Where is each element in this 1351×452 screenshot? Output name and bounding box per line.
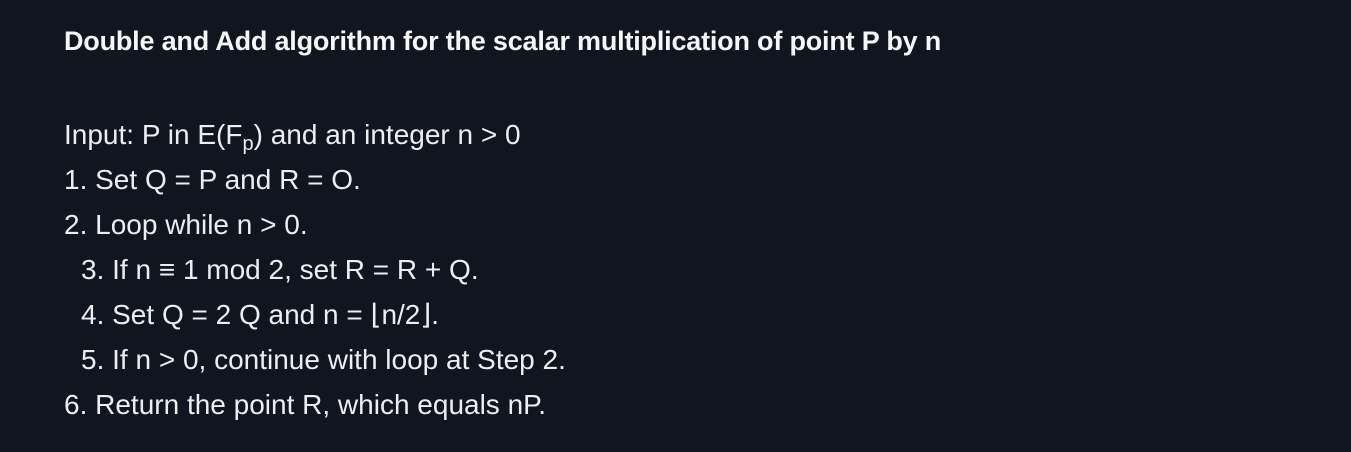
step-1: 1. Set Q = P and R = O. [64, 164, 361, 195]
step-5: 5. If n > 0, continue with loop at Step … [81, 344, 566, 375]
input-prefix: Input: P in E(F [64, 119, 243, 150]
step-2: 2. Loop while n > 0. [64, 209, 308, 240]
step-3: 3. If n ≡ 1 mod 2, set R = R + Q. [81, 254, 479, 285]
algorithm-panel: Double and Add algorithm for the scalar … [0, 0, 1351, 452]
algorithm-title: Double and Add algorithm for the scalar … [64, 26, 942, 56]
step-4: 4. Set Q = 2 Q and n = ⌊n/2⌋. [81, 299, 440, 330]
step-6: 6. Return the point R, which equals nP. [64, 389, 547, 420]
input-suffix: ) and an integer n > 0 [253, 119, 521, 150]
field-subscript: p [242, 133, 254, 155]
input-line: Input: P in E(Fp) and an integer n > 0 [64, 117, 521, 155]
